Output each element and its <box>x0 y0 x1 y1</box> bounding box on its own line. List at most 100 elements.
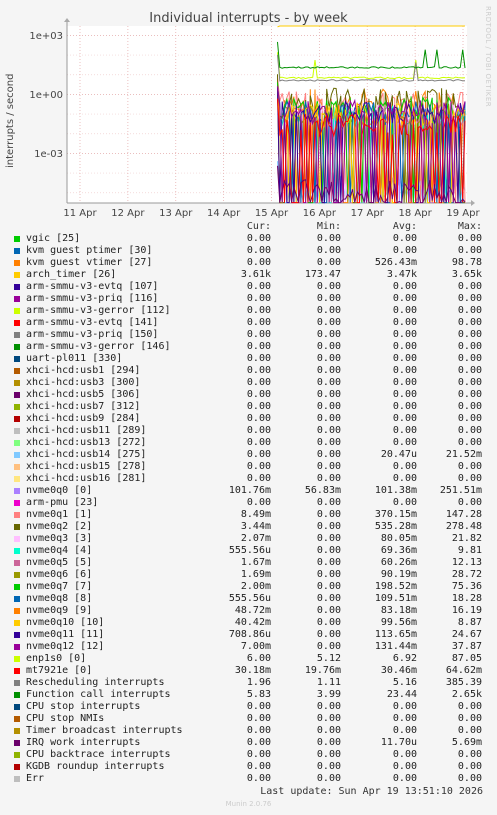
legend-row: Timer broadcast interrupts 0.00 0.00 0.00 0.… <box>14 725 484 737</box>
legend-swatch <box>14 692 20 698</box>
legend-min: 0.00 <box>316 341 341 352</box>
legend-name: Rescheduling interrupts <box>26 677 165 688</box>
legend-avg: 20.47u <box>380 449 417 460</box>
legend-min: 0.00 <box>316 545 341 556</box>
legend-min: 0.00 <box>316 377 341 388</box>
legend-name: nvme0q5 [5] <box>26 557 93 568</box>
legend-min: 0.00 <box>316 725 341 736</box>
legend-max: 98.78 <box>451 257 482 268</box>
legend-name: nvme0q2 [2] <box>26 521 93 532</box>
legend-name: xhci-hcd:usb16 [281] <box>26 473 147 484</box>
legend-swatch <box>14 488 20 494</box>
legend-cur: 0.00 <box>246 389 271 400</box>
legend-max: 0.00 <box>457 773 482 784</box>
legend-min: 0.00 <box>316 389 341 400</box>
legend-swatch <box>14 584 20 590</box>
x-tick-label: 18 Apr <box>399 208 433 219</box>
legend-avg: 3.47k <box>386 269 417 280</box>
legend-max: 0.00 <box>457 281 482 292</box>
legend-row: nvme0q7 [7] 2.00m 0.00 198.52m 75.36 <box>14 581 484 593</box>
legend-header: Cur: Min: Avg: Max: <box>14 221 484 233</box>
legend-avg: 0.00 <box>392 473 417 484</box>
legend-avg: 60.26m <box>380 557 417 568</box>
legend-cur: 3.61k <box>240 269 271 280</box>
legend-min: 0.00 <box>316 329 341 340</box>
legend-swatch <box>14 524 20 530</box>
legend-name: xhci-hcd:usb3 [300] <box>26 377 141 388</box>
legend-min: 0.00 <box>316 425 341 436</box>
legend-min: 0.00 <box>316 497 341 508</box>
legend-avg: 6.92 <box>392 653 417 664</box>
legend-avg: 0.00 <box>392 425 417 436</box>
x-tick-label: 14 Apr <box>207 208 241 219</box>
legend-swatch <box>14 368 20 374</box>
legend-name: arm-smmu-v3-priq [116] <box>26 293 159 304</box>
legend-min: 0.00 <box>316 305 341 316</box>
legend-swatch <box>14 500 20 506</box>
legend-max: 0.00 <box>457 725 482 736</box>
legend-row: vgic [25] 0.00 0.00 0.00 0.00 <box>14 233 484 245</box>
legend-max: 0.00 <box>457 701 482 712</box>
legend-cur: 0.00 <box>246 773 271 784</box>
legend-min: 0.00 <box>316 761 341 772</box>
legend-swatch <box>14 356 20 362</box>
legend-swatch <box>14 452 20 458</box>
legend-avg: 0.00 <box>392 725 417 736</box>
legend-row: xhci-hcd:usb13 [272] 0.00 0.00 0.00 0.00 <box>14 437 484 449</box>
legend-max: 0.00 <box>457 461 482 472</box>
legend-row: nvme0q3 [3] 2.07m 0.00 80.05m 21.82 <box>14 533 484 545</box>
legend-swatch <box>14 536 20 542</box>
legend-max: 24.67 <box>451 629 482 640</box>
legend-max: 0.00 <box>457 761 482 772</box>
legend-row: nvme0q9 [9] 48.72m 0.00 83.18m 16.19 <box>14 605 484 617</box>
legend-swatch <box>14 596 20 602</box>
legend-avg: 0.00 <box>392 353 417 364</box>
legend-min: 56.83m <box>304 485 341 496</box>
legend-name: arm-smmu-v3-priq [150] <box>26 329 159 340</box>
legend-max: 18.28 <box>451 593 482 604</box>
legend-row: arm-pmu [23] 0.00 0.00 0.00 0.00 <box>14 497 484 509</box>
legend-min: 0.00 <box>316 713 341 724</box>
legend-swatch <box>14 608 20 614</box>
legend-row: xhci-hcd:usb7 [312] 0.00 0.00 0.00 0.00 <box>14 401 484 413</box>
legend-cur: 7.00m <box>240 641 271 652</box>
legend-row: Rescheduling interrupts 1.96 1.11 5.16 385.3… <box>14 677 484 689</box>
legend-cur: 0.00 <box>246 413 271 424</box>
legend-row: kvm guest vtimer [27] 0.00 0.00 526.43m 98.7… <box>14 257 484 269</box>
x-tick-label: 11 Apr <box>63 208 97 219</box>
legend-min: 0.00 <box>316 353 341 364</box>
legend-avg: 80.05m <box>380 533 417 544</box>
legend-max: 0.00 <box>457 425 482 436</box>
legend-name: nvme0q4 [4] <box>26 545 93 556</box>
legend-avg: 0.00 <box>392 713 417 724</box>
legend-name: xhci-hcd:usb14 [275] <box>26 449 147 460</box>
legend-min: 173.47 <box>304 269 341 280</box>
legend-cur: 0.00 <box>246 437 271 448</box>
legend-max: 0.00 <box>457 305 482 316</box>
legend-max: 0.00 <box>457 377 482 388</box>
col-header-max: Max: <box>457 221 482 232</box>
legend-name: Timer broadcast interrupts <box>26 725 183 736</box>
legend-row: IRQ work interrupts 0.00 0.00 11.70u 5.69m <box>14 737 484 749</box>
legend-max: 3.65k <box>451 269 482 280</box>
legend-swatch <box>14 404 20 410</box>
legend-swatch <box>14 332 20 338</box>
legend-swatch <box>14 296 20 302</box>
legend-row: nvme0q12 [12] 7.00m 0.00 131.44m 37.87 <box>14 641 484 653</box>
legend-avg: 90.19m <box>380 569 417 580</box>
legend-swatch <box>14 620 20 626</box>
legend-name: xhci-hcd:usb11 [289] <box>26 425 147 436</box>
legend-min: 0.00 <box>316 521 341 532</box>
legend-swatch <box>14 656 20 662</box>
legend-min: 0.00 <box>316 581 341 592</box>
legend-swatch <box>14 428 20 434</box>
legend-row: nvme0q2 [2] 3.44m 0.00 535.28m 278.48 <box>14 521 484 533</box>
legend-row: xhci-hcd:usb9 [284] 0.00 0.00 0.00 0.00 <box>14 413 484 425</box>
legend-rows: vgic [25] 0.00 0.00 0.00 0.00 kvm guest ptime… <box>14 233 484 785</box>
legend-cur: 0.00 <box>246 497 271 508</box>
legend-name: nvme0q3 [3] <box>26 533 93 544</box>
legend-swatch <box>14 464 20 470</box>
legend-max: 278.48 <box>445 521 482 532</box>
legend-name: kvm guest ptimer [30] <box>26 245 153 256</box>
legend-swatch <box>14 728 20 734</box>
